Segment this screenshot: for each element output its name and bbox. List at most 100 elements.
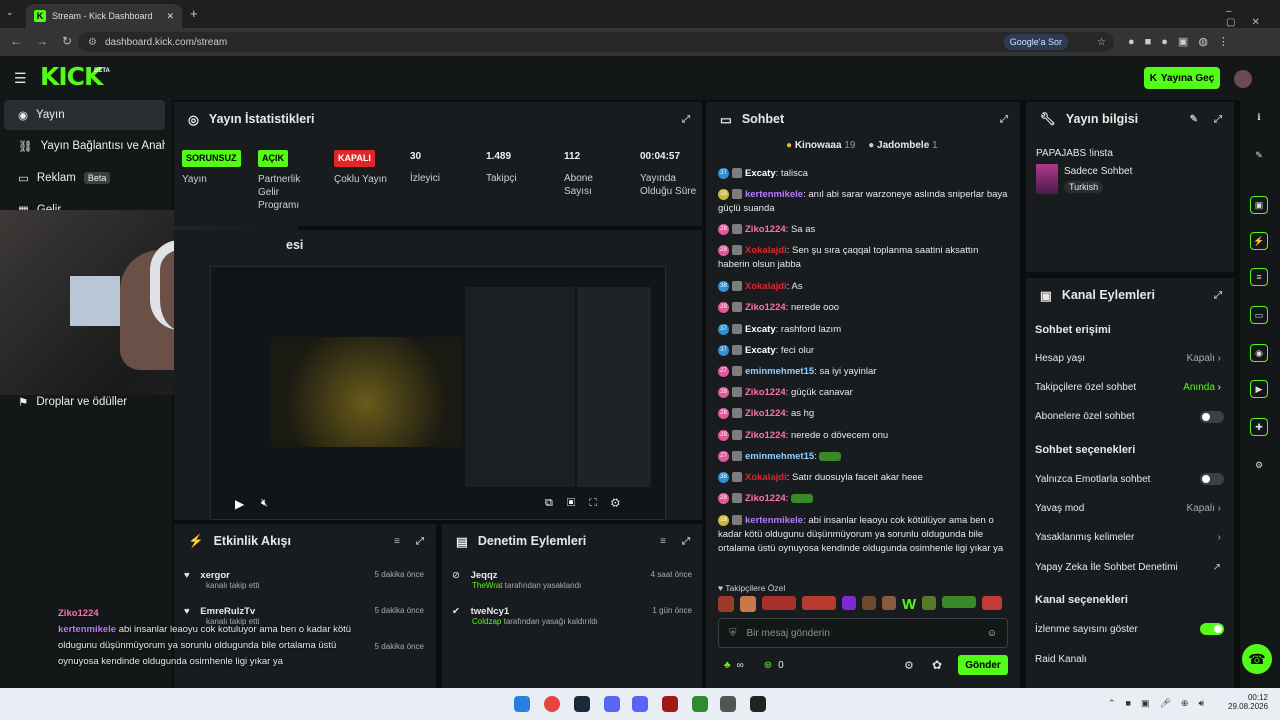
chat-username[interactable]: Ziko1224 xyxy=(745,224,786,235)
account-age-row[interactable]: Hesap yaşı Kapalı › xyxy=(1035,353,1221,364)
chat-username[interactable]: Xokalajdi xyxy=(745,281,787,292)
expand-icon[interactable]: ⤢ xyxy=(1214,290,1222,301)
emote-icon[interactable] xyxy=(718,596,734,612)
player-controls-icon[interactable]: ⧉▣⛶⚙ xyxy=(545,497,634,510)
emote-icon[interactable] xyxy=(862,596,876,610)
discord-alt-icon[interactable] xyxy=(632,696,648,712)
menu-icon[interactable]: ☰ xyxy=(14,70,27,87)
chat-input[interactable]: ⛨ Bir mesaj gönderin ☺ xyxy=(718,618,1008,648)
xbox-icon[interactable] xyxy=(692,696,708,712)
top-user[interactable]: Kinowaaa xyxy=(795,140,842,151)
emote-icon[interactable] xyxy=(740,596,756,612)
mute-icon[interactable]: 🔇︎ xyxy=(261,497,268,510)
chat-username[interactable]: Ziko1224 xyxy=(745,430,786,441)
app-icon[interactable] xyxy=(662,696,678,712)
emote-icon[interactable] xyxy=(802,596,836,610)
chrome-icon[interactable] xyxy=(544,696,560,712)
emote-only-toggle[interactable] xyxy=(1200,473,1224,485)
support-icon[interactable]: ☎ xyxy=(1242,644,1272,674)
chat-username[interactable]: Ziko1224 xyxy=(745,387,786,398)
stream-preview-video[interactable]: ▶ 🔇︎ ⧉▣⛶⚙ xyxy=(210,266,666,520)
settings-app-icon[interactable] xyxy=(720,696,736,712)
avatar[interactable] xyxy=(1234,70,1252,88)
record-icon[interactable]: ◉ xyxy=(1250,344,1268,362)
new-tab-icon[interactable]: + xyxy=(190,6,198,21)
play-icon[interactable]: ▶ xyxy=(235,497,244,511)
clock[interactable]: 00:12 29.08.2026 xyxy=(1228,693,1268,711)
chat-username[interactable]: Ziko1224 xyxy=(745,493,786,504)
moderation-user[interactable]: tweNcy1 xyxy=(471,606,510,617)
emote-icon[interactable] xyxy=(942,596,977,608)
video-icon[interactable]: ▶ xyxy=(1250,380,1268,398)
kick-logo[interactable]: KICK xyxy=(40,62,103,91)
site-info-icon[interactable]: ⚙ xyxy=(88,37,97,48)
slow-mode-row[interactable]: Yavaş mod Kapalı › xyxy=(1035,503,1221,514)
moderation-actor[interactable]: TheWrat xyxy=(472,581,503,590)
filter-icon[interactable]: ≡ xyxy=(660,536,666,547)
bookmark-star-icon[interactable]: ☆ xyxy=(1097,37,1106,48)
chat-username[interactable]: Excaty xyxy=(745,345,776,356)
go-live-button[interactable]: K Yayına Geç xyxy=(1144,67,1220,89)
tab-search-icon[interactable]: ⌄ xyxy=(6,7,14,18)
discord-icon[interactable] xyxy=(604,696,620,712)
show-viewers-toggle[interactable] xyxy=(1200,623,1224,635)
sub-chat-toggle[interactable] xyxy=(1200,411,1224,423)
obs-icon[interactable] xyxy=(750,696,766,712)
chat-extras-icon[interactable]: ✿ xyxy=(932,658,942,672)
info-icon[interactable]: ℹ xyxy=(1250,108,1268,126)
expand-icon[interactable]: ⤢ xyxy=(682,536,690,547)
emote-icon[interactable] xyxy=(882,596,896,610)
chat-icon[interactable]: ▭ xyxy=(1250,306,1268,324)
edit-icon[interactable]: ✎ xyxy=(1190,114,1198,125)
chat-username[interactable]: kertenmikele xyxy=(745,189,803,200)
emote-icon[interactable] xyxy=(982,596,1003,610)
sidebar-item-stream-key[interactable]: ⛓ Yayın Bağlantısı ve Anahtarı xyxy=(4,131,165,161)
chat-username[interactable]: Excaty xyxy=(745,324,776,335)
expand-icon[interactable]: ⤢ xyxy=(1214,114,1222,125)
filter-icon[interactable]: ≡ xyxy=(394,536,400,547)
wrench-icon[interactable]: ✚ xyxy=(1250,418,1268,436)
banned-words-row[interactable]: Yasaklanmış kelimeler › xyxy=(1035,532,1221,543)
chat-username[interactable]: Xokalajdi xyxy=(745,472,787,483)
ai-moderation-row[interactable]: Yapay Zeka İle Sohbet Denetimi ↗ xyxy=(1035,562,1221,573)
google-ask-button[interactable]: Google'a Sor xyxy=(1003,34,1068,50)
follower-chat-row[interactable]: Takipçilere özel sohbet Anında › xyxy=(1035,382,1221,393)
activity-user[interactable]: xergor xyxy=(200,570,230,581)
top-user[interactable]: Jadombele xyxy=(877,140,929,151)
emote-icon[interactable] xyxy=(922,596,937,610)
browser-tab[interactable]: K Stream - Kick Dashboard ✕ xyxy=(26,4,182,28)
close-tab-icon[interactable]: ✕ xyxy=(166,11,174,22)
sidebar-item-stream[interactable]: ◉ Yayın xyxy=(4,100,165,130)
address-bar[interactable]: ⚙ dashboard.kick.com/stream Google'a Sor… xyxy=(78,32,1114,52)
edit-icon[interactable]: ✎ xyxy=(1250,146,1268,164)
tray-icons[interactable]: ⌃■▣🎤︎⊕🔊︎ xyxy=(1108,698,1214,709)
expand-icon[interactable]: ⤢ xyxy=(1000,114,1008,125)
moderation-actor[interactable]: Coldzap xyxy=(472,617,501,626)
chat-settings-icon[interactable]: ⚙ xyxy=(904,659,914,672)
chat-username[interactable]: Xokalajdi xyxy=(745,245,787,256)
stats-icon[interactable]: ▣ xyxy=(1250,196,1268,214)
emote-icon[interactable]: W xyxy=(902,596,916,614)
sidebar-item-ads[interactable]: ▭ Reklam Beta xyxy=(4,163,165,193)
chat-username[interactable]: kertenmikele xyxy=(745,515,803,526)
chat-username[interactable]: Ziko1224 xyxy=(745,408,786,419)
steam-icon[interactable] xyxy=(574,696,590,712)
send-button[interactable]: Gönder xyxy=(958,655,1008,675)
window-controls-icon[interactable]: –▢✕ xyxy=(1226,6,1280,28)
settings-icon[interactable]: ⚙ xyxy=(1250,456,1268,474)
chat-username[interactable]: Excaty xyxy=(745,168,776,179)
moderation-user[interactable]: Jeqqz xyxy=(471,570,498,581)
emote-bar[interactable]: W xyxy=(718,596,1004,614)
expand-icon[interactable]: ⤢ xyxy=(682,114,690,125)
raid-row[interactable]: Raid Kanalı xyxy=(1035,654,1221,665)
nav-buttons-icon[interactable]: ←→↻ xyxy=(10,34,86,48)
expand-icon[interactable]: ⤢ xyxy=(416,536,424,547)
emote-icon[interactable] xyxy=(762,596,796,610)
emoji-icon[interactable]: ☺ xyxy=(987,628,997,639)
chat-username[interactable]: eminmehmet15 xyxy=(745,366,814,377)
chat-username[interactable]: eminmehmet15 xyxy=(745,451,814,462)
chat-username[interactable]: Ziko1224 xyxy=(745,302,786,313)
list-icon[interactable]: ≡ xyxy=(1250,268,1268,286)
lightning-icon[interactable]: ⚡ xyxy=(1250,232,1268,250)
emote-icon[interactable] xyxy=(842,596,856,610)
